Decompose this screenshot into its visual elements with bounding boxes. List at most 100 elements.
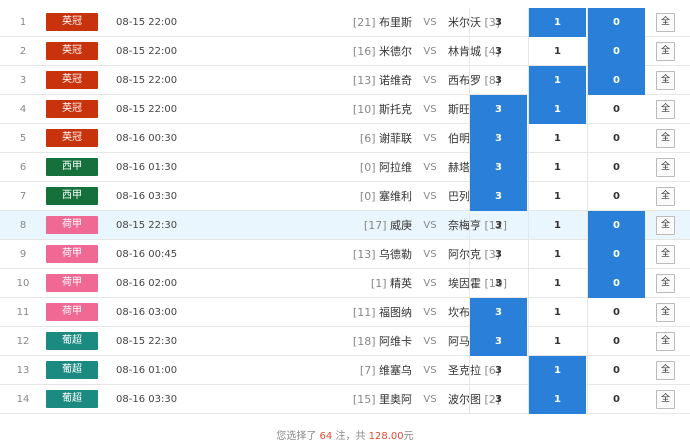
option-draw[interactable]: 1 — [528, 385, 586, 414]
match-time: 08-15 22:30 — [116, 335, 178, 347]
home-team: [21] 布里斯 — [216, 14, 412, 30]
option-lose[interactable]: 0 — [587, 298, 645, 327]
match-number: 7 — [19, 190, 27, 202]
option-win[interactable]: 3 — [469, 124, 527, 153]
option-win[interactable]: 3 — [469, 211, 527, 240]
option-draw[interactable]: 1 — [528, 37, 586, 66]
option-lose[interactable]: 0 — [587, 211, 645, 240]
option-lose[interactable]: 0 — [587, 385, 645, 414]
home-team-name: 阿维卡 — [379, 335, 412, 348]
home-rank: [21] — [352, 16, 376, 29]
option-draw[interactable]: 1 — [528, 8, 586, 37]
option-draw[interactable]: 1 — [528, 269, 586, 298]
league-cell: 英冠 — [46, 42, 116, 60]
league-badge[interactable]: 葡超 — [46, 390, 98, 408]
select-all-button[interactable]: 全 — [656, 245, 675, 264]
option-win[interactable]: 3 — [469, 298, 527, 327]
option-lose[interactable]: 0 — [587, 182, 645, 211]
option-lose[interactable]: 0 — [587, 356, 645, 385]
league-badge[interactable]: 英冠 — [46, 13, 98, 31]
match-row: 8 荷甲 08-15 22:30 [17] 威庚 VS 奈梅亨 [12] 3 1 0 全 — [0, 211, 690, 240]
select-all-button[interactable]: 全 — [656, 71, 675, 90]
option-lose[interactable]: 0 — [587, 66, 645, 95]
select-all-button[interactable]: 全 — [656, 274, 675, 293]
league-badge[interactable]: 荷甲 — [46, 245, 98, 263]
option-win[interactable]: 3 — [469, 182, 527, 211]
match-number: 12 — [16, 335, 30, 347]
league-cell: 英冠 — [46, 129, 116, 147]
option-win[interactable]: 3 — [469, 95, 527, 124]
league-cell: 荷甲 — [46, 303, 116, 321]
select-all-button[interactable]: 全 — [656, 361, 675, 380]
option-win[interactable]: 3 — [469, 240, 527, 269]
option-draw[interactable]: 1 — [528, 95, 586, 124]
option-lose[interactable]: 0 — [587, 124, 645, 153]
league-badge[interactable]: 西甲 — [46, 187, 98, 205]
option-win[interactable]: 3 — [469, 153, 527, 182]
option-draw[interactable]: 1 — [528, 124, 586, 153]
select-all-button[interactable]: 全 — [656, 303, 675, 322]
option-lose[interactable]: 0 — [587, 8, 645, 37]
total-amount: 128.00 — [368, 431, 404, 442]
league-badge[interactable]: 英冠 — [46, 71, 98, 89]
match-number: 1 — [19, 16, 27, 28]
vs-label: VS — [423, 393, 437, 405]
home-rank: [11] — [352, 306, 376, 319]
match-row: 2 英冠 08-15 22:00 [16] 米德尔 VS 林肯城 [4] 3 1 0 全 — [0, 37, 690, 66]
option-lose[interactable]: 0 — [587, 240, 645, 269]
league-badge[interactable]: 荷甲 — [46, 303, 98, 321]
league-badge[interactable]: 英冠 — [46, 100, 98, 118]
league-badge[interactable]: 葡超 — [46, 332, 98, 350]
select-all-button[interactable]: 全 — [656, 187, 675, 206]
option-lose[interactable]: 0 — [587, 269, 645, 298]
option-win[interactable]: 3 — [469, 356, 527, 385]
option-draw[interactable]: 1 — [528, 182, 586, 211]
match-time: 08-16 02:00 — [116, 277, 178, 289]
match-number: 10 — [16, 277, 30, 289]
home-team: [0] 塞维利 — [216, 188, 412, 204]
match-row: 7西甲08-16 03:30[0] 塞维利VS巴列卡 [0]310全 — [0, 182, 690, 211]
select-all-button[interactable]: 全 — [656, 390, 675, 409]
select-all-button[interactable]: 全 — [656, 13, 675, 32]
league-badge[interactable]: 英冠 — [46, 42, 98, 60]
league-badge[interactable]: 荷甲 — [46, 216, 98, 234]
option-lose[interactable]: 0 — [587, 327, 645, 356]
option-win[interactable]: 3 — [469, 327, 527, 356]
select-all-button[interactable]: 全 — [656, 158, 675, 177]
select-all-button[interactable]: 全 — [656, 216, 675, 235]
option-win[interactable]: 3 — [469, 269, 527, 298]
option-draw[interactable]: 1 — [528, 298, 586, 327]
option-win[interactable]: 3 — [469, 385, 527, 414]
select-all-button[interactable]: 全 — [656, 100, 675, 119]
vs-label: VS — [423, 335, 437, 347]
select-all-button[interactable]: 全 — [656, 129, 675, 148]
vs-label: VS — [423, 219, 437, 231]
option-win[interactable]: 3 — [469, 37, 527, 66]
league-cell: 英冠 — [46, 71, 116, 89]
league-cell: 荷甲 — [46, 274, 116, 292]
option-win[interactable]: 3 — [469, 66, 527, 95]
option-draw[interactable]: 1 — [528, 356, 586, 385]
option-draw[interactable]: 1 — [528, 211, 586, 240]
select-all-button[interactable]: 全 — [656, 42, 675, 61]
option-draw[interactable]: 1 — [528, 66, 586, 95]
option-lose[interactable]: 0 — [587, 95, 645, 124]
league-badge[interactable]: 西甲 — [46, 158, 98, 176]
option-draw[interactable]: 1 — [528, 153, 586, 182]
option-win[interactable]: 3 — [469, 8, 527, 37]
match-time: 08-16 03:30 — [116, 393, 178, 405]
match-number: 2 — [19, 45, 27, 57]
option-draw[interactable]: 1 — [528, 240, 586, 269]
vs-label: VS — [423, 190, 437, 202]
home-team-name: 福图纳 — [379, 306, 412, 319]
league-badge[interactable]: 荷甲 — [46, 274, 98, 292]
select-all-button[interactable]: 全 — [656, 332, 675, 351]
option-lose[interactable]: 0 — [587, 37, 645, 66]
option-draw[interactable]: 1 — [528, 327, 586, 356]
match-row: 9 荷甲 08-16 00:45 [13] 乌德勒 VS 阿尔克 [3] 3 1 0 全 — [0, 240, 690, 269]
league-badge[interactable]: 葡超 — [46, 361, 98, 379]
home-rank: [13] — [352, 248, 376, 261]
home-team-name: 乌德勒 — [379, 248, 412, 261]
option-lose[interactable]: 0 — [587, 153, 645, 182]
league-badge[interactable]: 英冠 — [46, 129, 98, 147]
